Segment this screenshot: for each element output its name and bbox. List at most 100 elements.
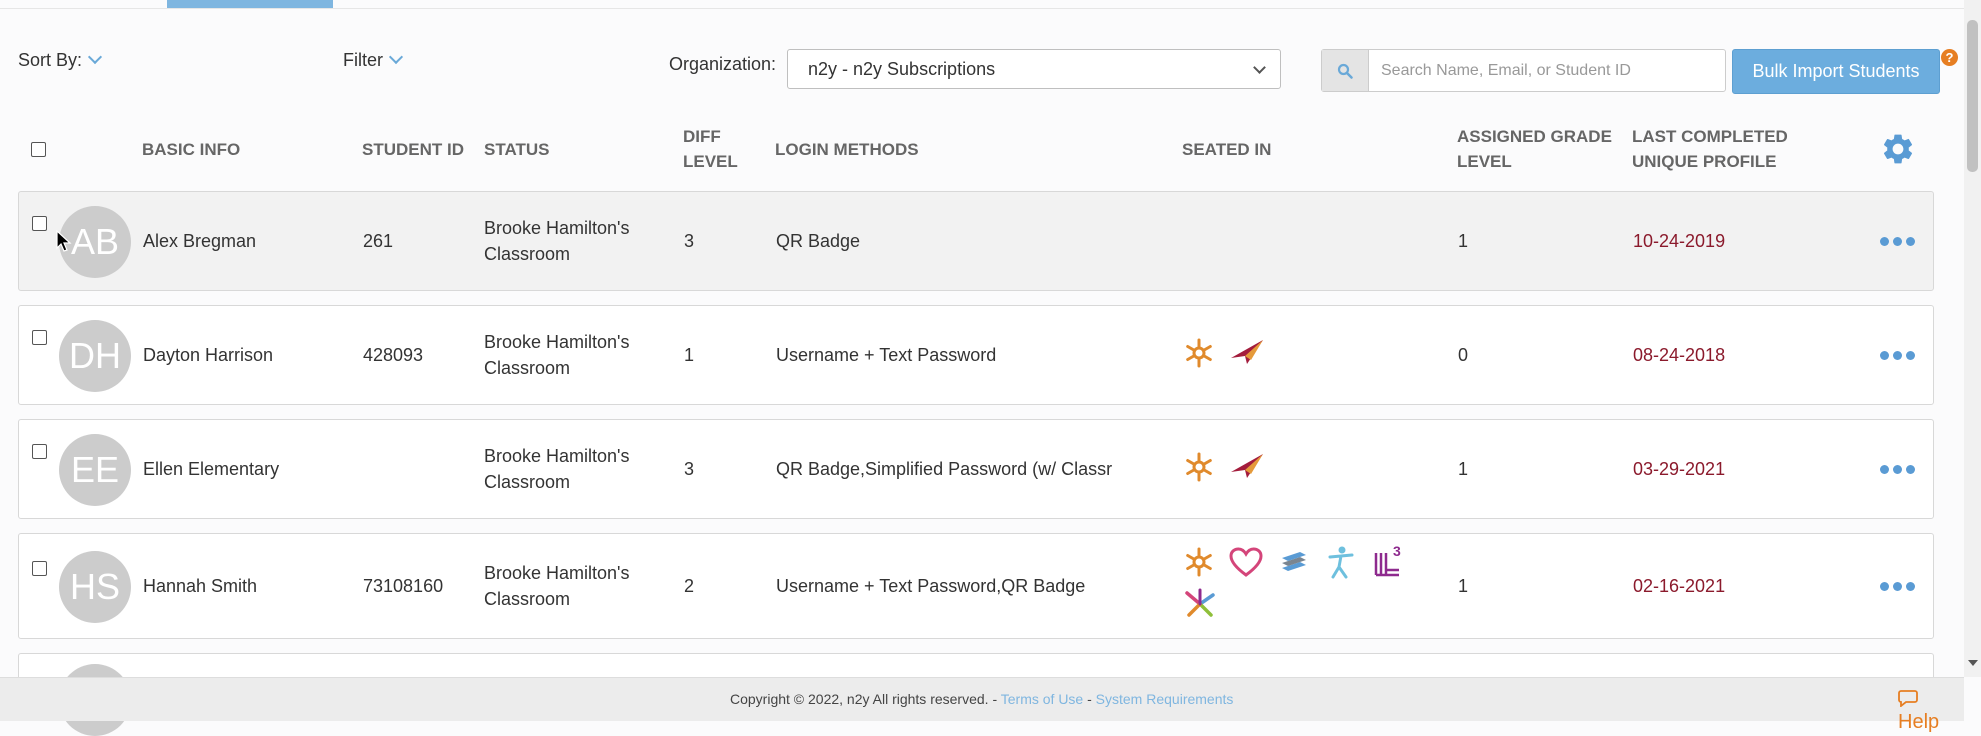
bulk-import-students-button[interactable]: Bulk Import Students — [1732, 49, 1940, 94]
table-row[interactable]: AB Alex Bregman 261 Brooke Hamilton's Cl… — [18, 191, 1934, 291]
snowflake-app-icon — [1186, 547, 1212, 577]
snowflake-app-icon — [1186, 452, 1212, 482]
heart-app-icon — [1229, 547, 1263, 577]
column-header-assigned-grade-level[interactable]: ASSIGNED GRADE LEVEL — [1457, 124, 1612, 174]
chevron-down-icon — [388, 49, 404, 65]
copyright-label: Copyright © 2022, n2y All rights reserve… — [730, 691, 1001, 707]
row-actions-menu-icon[interactable] — [1880, 351, 1915, 360]
student-name[interactable]: Alex Bregman — [143, 228, 256, 254]
filter-dropdown[interactable]: Filter — [343, 49, 404, 71]
status-line1: Brooke Hamilton's — [484, 218, 630, 238]
column-header-grade-line1: ASSIGNED GRADE — [1457, 127, 1612, 146]
active-tab-indicator[interactable] — [167, 0, 333, 8]
search-button[interactable] — [1322, 50, 1369, 91]
terms-of-use-link[interactable]: Terms of Use — [1001, 691, 1083, 707]
student-status: Brooke Hamilton's Classroom — [484, 560, 630, 612]
login-methods: QR Badge,Simplified Password (w/ Classr — [776, 459, 1113, 479]
chat-bubble-icon — [1898, 690, 1918, 708]
last-completed-date: 02-16-2021 — [1633, 576, 1726, 596]
status-line1: Brooke Hamilton's — [484, 563, 630, 583]
diff-level: 3 — [684, 231, 695, 251]
last-completed-date: 03-29-2021 — [1633, 459, 1726, 479]
student-name[interactable]: Dayton Harrison — [143, 342, 273, 368]
status-line2: Classroom — [484, 358, 571, 378]
vertical-scrollbar[interactable] — [1964, 0, 1981, 677]
table-row[interactable]: DH Dayton Harrison 428093 Brooke Hamilto… — [18, 305, 1934, 405]
row-checkbox[interactable] — [32, 330, 47, 345]
assigned-grade-level: 0 — [1458, 345, 1469, 365]
diff-level: 2 — [684, 576, 695, 596]
avatar: HS — [59, 551, 131, 623]
student-status: Brooke Hamilton's Classroom — [484, 215, 630, 267]
chevron-down-icon — [1253, 61, 1266, 74]
column-header-last-completed[interactable]: LAST COMPLETED UNIQUE PROFILE — [1632, 124, 1788, 174]
column-header-status[interactable]: STATUS — [484, 137, 549, 162]
column-header-seated-in[interactable]: SEATED IN — [1182, 137, 1271, 162]
column-header-student-id[interactable]: STUDENT ID — [362, 137, 464, 162]
status-line2: Classroom — [484, 589, 571, 609]
footer-separator: - — [1083, 691, 1096, 707]
column-header-grade-line2: LEVEL — [1457, 152, 1512, 171]
avatar: EE — [59, 434, 131, 506]
svg-text:3: 3 — [1393, 543, 1401, 559]
column-header-last-line1: LAST COMPLETED — [1632, 127, 1788, 146]
diff-level: 1 — [684, 345, 695, 365]
student-name[interactable]: Ellen Elementary — [143, 456, 279, 482]
system-requirements-link[interactable]: System Requirements — [1096, 691, 1234, 707]
row-checkbox[interactable] — [32, 216, 47, 231]
row-checkbox[interactable] — [32, 561, 47, 576]
scroll-down-arrow-icon[interactable] — [1968, 660, 1978, 666]
assigned-grade-level: 1 — [1458, 459, 1469, 479]
column-header-diff-line1: DIFF — [683, 127, 721, 146]
student-name[interactable]: Hannah Smith — [143, 573, 257, 599]
sort-by-label: Sort By: — [18, 50, 83, 70]
scrollbar-thumb[interactable] — [1967, 20, 1978, 172]
paper-plane-app-icon — [1231, 340, 1263, 364]
search-input[interactable] — [1369, 50, 1723, 91]
avatar: DH — [59, 320, 131, 392]
snowflake-app-icon — [1186, 338, 1212, 368]
chevron-down-icon — [87, 49, 103, 65]
help-button[interactable]: Help — [1898, 688, 1964, 734]
tab-bar — [0, 0, 1964, 9]
select-all-checkbox[interactable] — [31, 142, 46, 157]
column-header-basic-info[interactable]: BASIC INFO — [142, 137, 240, 162]
assigned-grade-level: 1 — [1458, 576, 1469, 596]
last-completed-date: 10-24-2019 — [1633, 231, 1726, 251]
person-app-icon — [1328, 546, 1354, 579]
status-line2: Classroom — [484, 472, 571, 492]
row-actions-menu-icon[interactable] — [1880, 465, 1915, 474]
help-label: Help — [1898, 711, 1940, 733]
column-header-diff-line2: LEVEL — [683, 152, 738, 171]
row-checkbox[interactable] — [32, 444, 47, 459]
login-methods: QR Badge — [776, 231, 861, 251]
column-header-diff-level[interactable]: DIFF LEVEL — [683, 124, 738, 174]
gear-icon[interactable] — [1880, 131, 1916, 167]
filter-label: Filter — [343, 50, 383, 70]
student-status: Brooke Hamilton's Classroom — [484, 329, 630, 381]
organization-value: n2y - n2y Subscriptions — [808, 59, 996, 79]
organization-select[interactable]: n2y - n2y Subscriptions — [787, 49, 1281, 89]
student-id: 428093 — [363, 345, 424, 365]
column-header-last-line2: UNIQUE PROFILE — [1632, 152, 1777, 171]
column-header-login-methods[interactable]: LOGIN METHODS — [775, 137, 919, 162]
mouse-cursor-icon — [56, 230, 72, 252]
table-row[interactable]: HS Hannah Smith 73108160 Brooke Hamilton… — [18, 533, 1934, 639]
student-status: Brooke Hamilton's Classroom — [484, 443, 630, 495]
table-row[interactable]: EE Ellen Elementary Brooke Hamilton's Cl… — [18, 419, 1934, 519]
colorful-pinwheel-app-icon — [1185, 588, 1215, 617]
login-methods: Username + Text Password,QR Badge — [776, 576, 1086, 596]
login-methods: Username + Text Password — [776, 345, 997, 365]
search-icon — [1337, 63, 1353, 79]
sort-by-dropdown[interactable]: Sort By: — [18, 49, 103, 71]
organization-label: Organization: — [669, 54, 777, 74]
paper-plane-app-icon — [1231, 454, 1263, 478]
book-stack-app-icon — [1282, 552, 1306, 571]
row-actions-menu-icon[interactable] — [1880, 582, 1915, 591]
last-completed-date: 08-24-2018 — [1633, 345, 1726, 365]
student-id: 73108160 — [363, 576, 444, 596]
diff-level: 3 — [684, 459, 695, 479]
help-question-icon[interactable]: ? — [1941, 49, 1958, 66]
assigned-grade-level: 1 — [1458, 231, 1469, 251]
row-actions-menu-icon[interactable] — [1880, 237, 1915, 246]
